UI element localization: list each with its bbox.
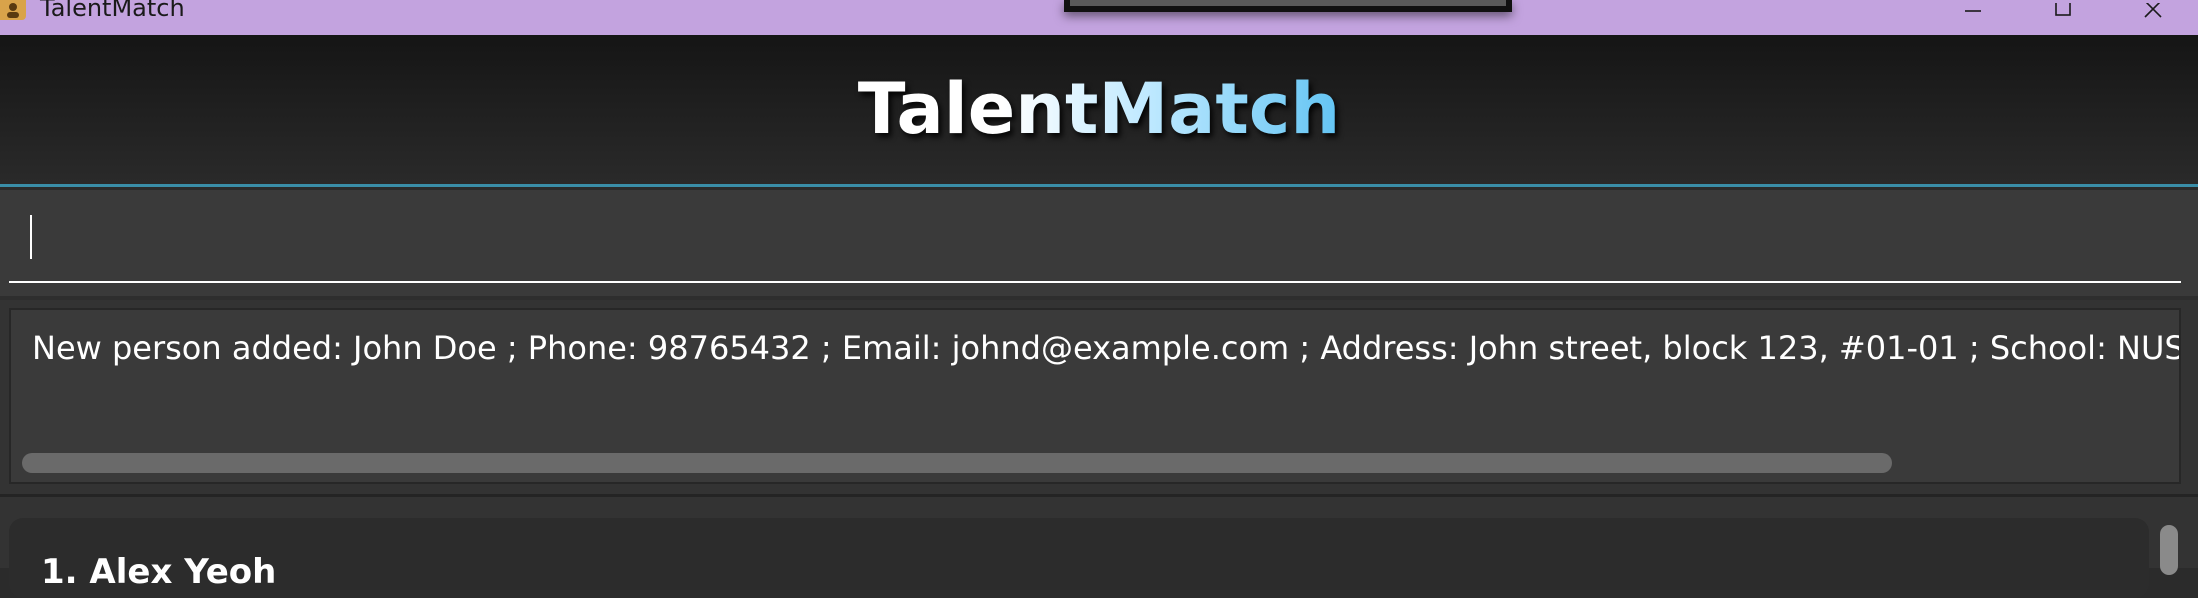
text-caret [30,215,32,259]
app-header: TalentMatch [0,35,2198,187]
result-message: New person added: John Doe ; Phone: 9876… [32,329,2181,367]
brand-title: TalentMatch [857,68,1341,150]
minimize-icon[interactable] [1943,0,2003,25]
horizontal-scrollbar-thumb[interactable] [22,453,1892,473]
window-titlebar[interactable]: TalentMatch [0,0,2198,35]
floating-popup [1064,0,1512,12]
result-display[interactable]: New person added: John Doe ; Phone: 9876… [9,308,2181,484]
window-title: TalentMatch [40,0,185,22]
app-icon [0,0,26,20]
close-icon[interactable] [2123,0,2183,25]
command-input[interactable] [9,190,2181,283]
result-display-panel: New person added: John Doe ; Phone: 9876… [0,300,2198,494]
maximize-icon[interactable] [2033,0,2093,25]
person-card[interactable]: 1. Alex Yeoh [9,518,2149,598]
person-list-panel: 1. Alex Yeoh [0,497,2198,598]
person-name: 1. Alex Yeoh [41,552,277,592]
command-box [0,190,2198,296]
